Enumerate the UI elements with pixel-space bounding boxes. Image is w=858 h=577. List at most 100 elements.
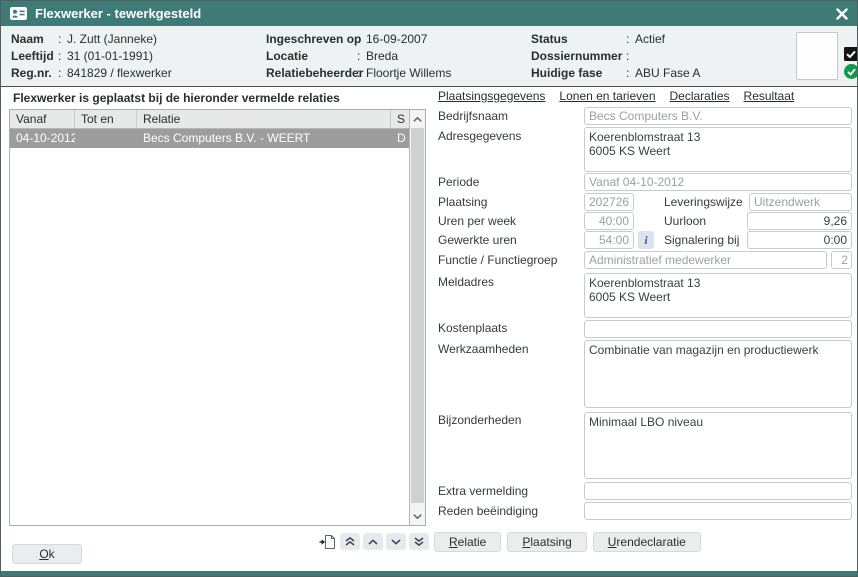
uurloon-label: Uurloon (664, 214, 706, 228)
adresgegevens-label: Adresgegevens (438, 129, 521, 143)
relatie-button-label: Relatie (449, 535, 486, 549)
column-header-s[interactable]: S (391, 110, 410, 128)
column-header-vanaf[interactable]: Vanaf (10, 110, 75, 128)
signalering-bij-label: Signalering bij (664, 233, 739, 247)
table-header[interactable]: Vanaf Tot en met Relatie S (10, 110, 425, 129)
summary-field: Dossiernummer: (531, 48, 700, 65)
periode-input[interactable] (584, 173, 852, 191)
field-label: Dossiernummer (531, 48, 626, 65)
plaatsing-button[interactable]: Plaatsing (507, 532, 586, 552)
field-value: Breda (366, 48, 398, 65)
scroll-bottom-icon[interactable] (409, 533, 429, 550)
functie-functiegroep-label: Functie / Functiegroep (438, 253, 557, 267)
field-value: J. Zutt (Janneke) (67, 31, 157, 48)
field-label: Status (531, 31, 626, 48)
plaatsing-input[interactable] (584, 193, 634, 211)
column-header-tot-en-met[interactable]: Tot en met (75, 110, 137, 128)
bijzonderheden-textarea[interactable]: Minimaal LBO niveau (584, 412, 852, 479)
checkbox-checked-icon[interactable] (844, 47, 858, 61)
scroll-up-icon[interactable] (363, 533, 383, 550)
window-title: Flexwerker - tewerkgesteld (35, 6, 201, 21)
new-record-icon[interactable] (317, 533, 337, 550)
colon: : (58, 31, 67, 48)
flexwerker-window: Flexwerker - tewerkgesteld Naam:J. Zutt … (0, 0, 858, 577)
colon: : (357, 65, 366, 82)
bottom-accent-bar (1, 571, 857, 576)
summary-field: Huidige fase:ABU Fase A (531, 65, 700, 82)
close-icon[interactable] (836, 8, 848, 20)
colon: : (626, 31, 635, 48)
leveringswijze-input[interactable] (749, 193, 852, 211)
field-value: 841829 / flexwerker (67, 65, 172, 82)
cell-vanaf: 04-10-2012 (10, 129, 75, 148)
field-value: 16-09-2007 (366, 31, 427, 48)
colon: : (58, 65, 67, 82)
summary-field: Naam:J. Zutt (Janneke) (11, 31, 172, 48)
meldadres-label: Meldadres (438, 275, 494, 289)
colon: : (357, 31, 366, 48)
scrollbar-thumb[interactable] (411, 128, 424, 503)
summary-column-2: Ingeschreven op:16-09-2007 Locatie:Breda… (266, 31, 451, 82)
summary-field: Status:Actief (531, 31, 700, 48)
tab-plaatsingsgegevens[interactable]: Plaatsingsgegevens (438, 89, 545, 103)
reden-beeindiging-input[interactable] (584, 502, 852, 520)
cell-s: D (391, 129, 410, 148)
summary-field: Relatiebeheerder:Floortje Willems (266, 65, 451, 82)
right-panel-tabs: Plaatsingsgegevens Lonen en tarieven Dec… (438, 89, 794, 103)
gewerkte-uren-label: Gewerkte uren (438, 233, 517, 247)
summary-column-3: Status:Actief Dossiernummer: Huidige fas… (531, 31, 700, 82)
tab-resultaat[interactable]: Resultaat (744, 89, 795, 103)
right-panel-footer: Relatie Plaatsing Urendeclaratie (434, 532, 701, 552)
field-label: Reg.nr. (11, 65, 58, 82)
id-card-icon (10, 7, 27, 20)
ok-button-label: Ok (39, 547, 54, 561)
relatie-button[interactable]: Relatie (434, 532, 501, 552)
ok-button[interactable]: Ok (12, 544, 82, 564)
titlebar: Flexwerker - tewerkgesteld (1, 1, 857, 26)
tab-declaraties[interactable]: Declaraties (670, 89, 730, 103)
bedrijfsnaam-input[interactable] (584, 107, 852, 125)
scroll-down-arrow-icon[interactable] (410, 508, 425, 524)
signalering-bij-input[interactable] (747, 231, 852, 249)
urendeclaratie-button-label: Urendeclaratie (608, 535, 686, 549)
record-navigation (317, 533, 429, 550)
functie-input[interactable] (584, 251, 827, 269)
extra-vermelding-input[interactable] (584, 482, 852, 500)
relaties-table[interactable]: Vanaf Tot en met Relatie S 04-10-2012 Be… (9, 109, 426, 526)
info-icon[interactable]: i (638, 231, 654, 249)
colon: : (58, 48, 67, 65)
kostenplaats-label: Kostenplaats (438, 321, 507, 335)
tab-lonen-en-tarieven[interactable]: Lonen en tarieven (559, 89, 655, 103)
field-value: Actief (635, 31, 665, 48)
adresgegevens-textarea[interactable]: Koerenblomstraat 13 6005 KS Weert (584, 127, 852, 172)
scroll-top-icon[interactable] (340, 533, 360, 550)
person-summary-header: Naam:J. Zutt (Janneke) Leeftijd:31 (01-0… (1, 26, 857, 87)
table-row-selected[interactable]: 04-10-2012 Becs Computers B.V. - WEERT D (10, 129, 425, 148)
leveringswijze-label: Leveringswijze (664, 195, 743, 209)
scroll-up-arrow-icon[interactable] (410, 111, 425, 127)
table-scrollbar[interactable] (409, 110, 425, 525)
werkzaamheden-textarea[interactable]: Combinatie van magazijn en productiewerk (584, 340, 852, 408)
colon: : (626, 48, 635, 65)
scroll-down-icon[interactable] (386, 533, 406, 550)
summary-field: Ingeschreven op:16-09-2007 (266, 31, 451, 48)
field-label: Leeftijd (11, 48, 58, 65)
summary-column-1: Naam:J. Zutt (Janneke) Leeftijd:31 (01-0… (11, 31, 172, 82)
field-label: Naam (11, 31, 58, 48)
cell-relatie: Becs Computers B.V. - WEERT (137, 129, 391, 148)
summary-field: Reg.nr.:841829 / flexwerker (11, 65, 172, 82)
field-label: Ingeschreven op (266, 31, 357, 48)
gewerkte-uren-input[interactable] (584, 231, 634, 249)
green-check-icon (844, 64, 858, 79)
kostenplaats-input[interactable] (584, 320, 852, 338)
meldadres-textarea[interactable]: Koerenblomstraat 13 6005 KS Weert (584, 273, 852, 318)
functiegroep-input[interactable] (831, 251, 852, 269)
field-value: Floortje Willems (366, 65, 451, 82)
plaatsing-label: Plaatsing (438, 195, 487, 209)
uren-per-week-input[interactable] (584, 212, 634, 230)
uurloon-input[interactable] (747, 212, 852, 230)
summary-field: Leeftijd:31 (01-01-1991) (11, 48, 172, 65)
column-header-relatie[interactable]: Relatie (137, 110, 391, 128)
field-label: Huidige fase (531, 65, 626, 82)
urendeclaratie-button[interactable]: Urendeclaratie (593, 532, 701, 552)
